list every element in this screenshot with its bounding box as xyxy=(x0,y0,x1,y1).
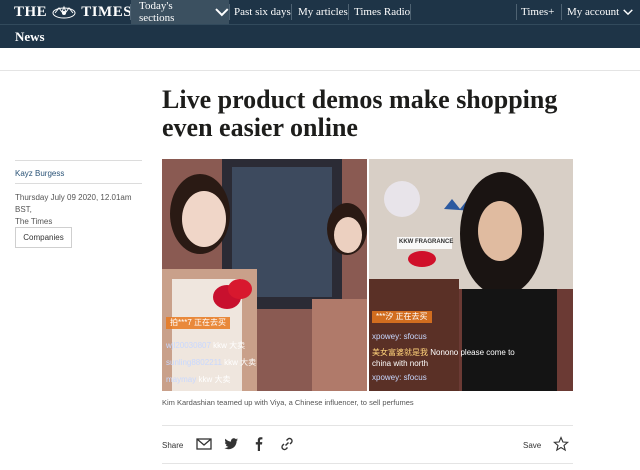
crest-icon xyxy=(52,5,76,19)
star-icon[interactable] xyxy=(553,436,569,452)
left-comment-row: sunling8802211 kkw 大卖 xyxy=(166,357,256,368)
nav-todays-sections[interactable]: Today's sections xyxy=(131,0,229,24)
nav-separator xyxy=(516,4,517,20)
right-comment-row: 美女富婆就是我 Nonono please come to xyxy=(372,347,515,358)
commenter-name: sunling8802211 xyxy=(166,358,222,367)
times-logo[interactable]: THE TIMES xyxy=(14,0,132,24)
facebook-icon[interactable] xyxy=(251,436,267,452)
logo-text-left: THE xyxy=(14,3,48,20)
comment-text: kkw 大卖 xyxy=(213,341,246,350)
header-divider xyxy=(0,70,640,71)
article-image: 拍***7 正在去买 wjl20030807 kkw 大卖 sunling880… xyxy=(162,159,573,391)
nav-times-radio-label: Times Radio xyxy=(354,6,411,18)
nav-past-six-days-label: Past six days xyxy=(234,6,291,18)
comment-text: Nonono please come to xyxy=(430,348,515,357)
share-label: Share xyxy=(162,441,184,450)
section-bar: News xyxy=(0,24,640,48)
nav-separator xyxy=(410,4,411,20)
nav-separator xyxy=(291,4,292,20)
publish-date-line: Thursday July 09 2020, 12.01am BST, xyxy=(15,193,132,214)
nav-my-account-label: My account xyxy=(567,6,620,18)
nav-separator xyxy=(561,4,562,20)
left-comment-row: maymay kkw 大卖 xyxy=(166,374,230,385)
author-link[interactable]: Kayz Burgess xyxy=(15,169,64,178)
nav-todays-sections-label: Today's sections xyxy=(139,0,175,24)
left-comment-row: wjl20030807 kkw 大卖 xyxy=(166,340,245,351)
commenter-name: maymay xyxy=(166,375,197,384)
brand-sign: KKW FRAGRANCE xyxy=(399,239,454,245)
share-rule xyxy=(162,425,573,426)
right-purchase-banner: ***汐 正在去买 xyxy=(372,311,432,323)
right-comment-row: xpowey: sfocus xyxy=(372,332,427,341)
nav-separator xyxy=(348,4,349,20)
comment-text: kkw 大卖 xyxy=(224,358,257,367)
nav-my-articles-label: My articles xyxy=(298,6,348,18)
nav-separator xyxy=(229,4,230,20)
companies-tag-button[interactable]: Companies xyxy=(15,227,72,248)
comment-text: kkw 大卖 xyxy=(198,375,231,384)
twitter-icon[interactable] xyxy=(223,436,239,452)
nav-times-radio[interactable]: Times Radio xyxy=(354,0,410,24)
link-icon[interactable] xyxy=(279,436,295,452)
publish-date: Thursday July 09 2020, 12.01am BST, The … xyxy=(15,192,145,228)
commenter-name: wjl20030807 xyxy=(166,341,211,350)
email-icon[interactable] xyxy=(196,436,212,452)
top-navigation: THE TIMES Today's sections Past six days… xyxy=(0,0,640,24)
nav-my-account[interactable]: My account xyxy=(567,0,634,24)
byline-rule xyxy=(15,160,142,161)
nav-my-articles[interactable]: My articles xyxy=(298,0,348,24)
left-purchase-banner: 拍***7 正在去买 xyxy=(166,317,231,329)
chevron-down-icon xyxy=(623,9,634,16)
commenter-name: 美女富婆就是我 xyxy=(372,348,428,357)
save-label[interactable]: Save xyxy=(523,441,541,450)
share-rule xyxy=(162,463,573,464)
nav-past-six-days[interactable]: Past six days xyxy=(234,0,291,24)
byline-rule xyxy=(15,183,142,184)
nav-times-plus-label: Times+ xyxy=(521,6,555,18)
article-headline: Live product demos make shopping even ea… xyxy=(162,85,558,142)
image-caption: Kim Kardashian teamed up with Viya, a Ch… xyxy=(162,398,414,407)
nav-times-plus[interactable]: Times+ xyxy=(521,0,554,24)
chevron-down-icon xyxy=(215,8,229,17)
section-title[interactable]: News xyxy=(15,29,45,45)
right-comment-row: china with north xyxy=(372,359,429,368)
right-comment-row: xpowey: sfocus xyxy=(372,373,427,382)
logo-text-right: TIMES xyxy=(81,3,133,20)
